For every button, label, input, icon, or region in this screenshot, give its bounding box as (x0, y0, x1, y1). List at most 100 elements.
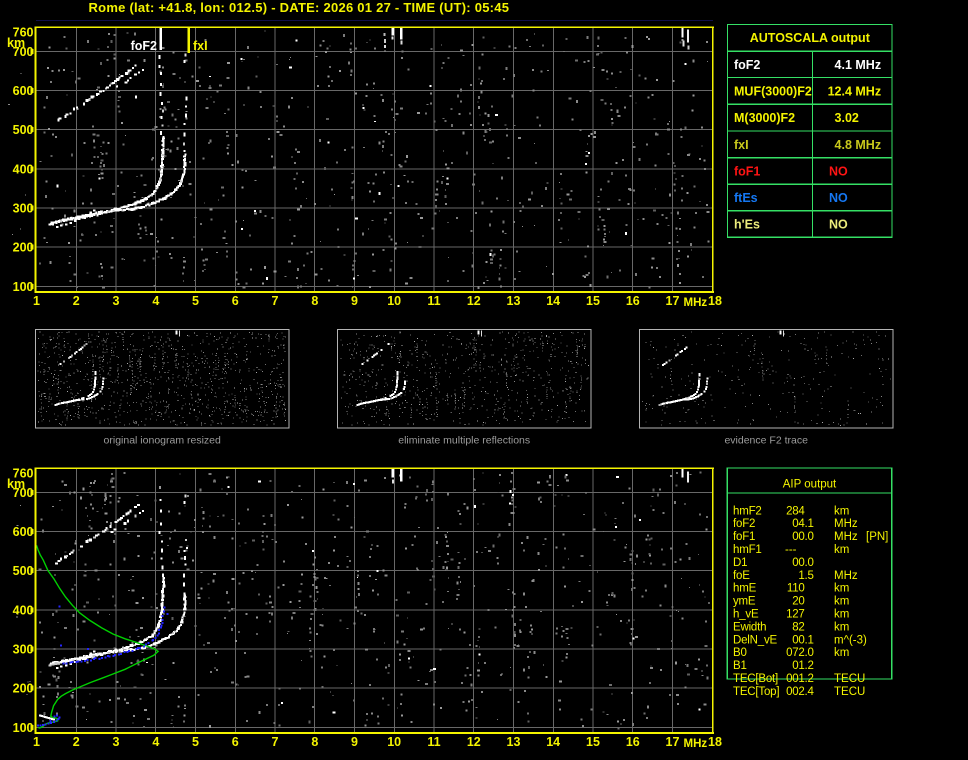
svg-text:00: 00 (792, 557, 804, 569)
svg-text:km: km (834, 621, 849, 633)
svg-text:100: 100 (13, 280, 34, 294)
svg-text:4: 4 (835, 58, 842, 72)
svg-text:km: km (834, 505, 849, 517)
svg-text:3: 3 (835, 111, 842, 125)
svg-text:10: 10 (387, 294, 401, 308)
svg-text:TEC[Top]: TEC[Top] (733, 686, 779, 698)
svg-text:foF2: foF2 (734, 58, 760, 72)
svg-text:eliminate multiple reflections: eliminate multiple reflections (398, 435, 530, 447)
svg-text:hmF1: hmF1 (733, 544, 762, 556)
svg-text:18: 18 (708, 735, 722, 749)
svg-text:km: km (834, 596, 849, 608)
svg-text:17: 17 (666, 294, 680, 308)
svg-text:hmE: hmE (733, 583, 757, 595)
svg-text:.1: .1 (805, 518, 814, 530)
svg-text:13: 13 (507, 735, 521, 749)
svg-text:.1: .1 (805, 634, 814, 646)
svg-text:14: 14 (546, 735, 560, 749)
svg-text:1: 1 (33, 294, 40, 308)
svg-text:TEC[Bot]: TEC[Bot] (733, 673, 778, 685)
svg-text:82: 82 (792, 621, 804, 633)
svg-text:B1: B1 (733, 660, 747, 672)
svg-text:.2: .2 (805, 673, 814, 685)
svg-text:04: 04 (792, 518, 805, 530)
svg-text:---: --- (785, 544, 797, 556)
svg-text:B0: B0 (733, 647, 747, 659)
svg-text:original ionogram resized: original ionogram resized (104, 435, 221, 447)
svg-text:ymE: ymE (733, 596, 756, 608)
svg-text:18: 18 (708, 294, 722, 308)
svg-text:foF2: foF2 (733, 518, 755, 530)
svg-text:MHz: MHz (834, 570, 858, 582)
svg-text:4: 4 (835, 138, 842, 152)
svg-text:[PN]: [PN] (866, 531, 888, 543)
svg-text:16: 16 (626, 294, 640, 308)
svg-text:foF1: foF1 (734, 164, 760, 178)
svg-text:M(3000)F2: M(3000)F2 (734, 111, 795, 125)
svg-text:700: 700 (13, 486, 34, 500)
svg-text:7: 7 (272, 735, 279, 749)
svg-text:12: 12 (467, 735, 481, 749)
svg-text:284: 284 (786, 505, 805, 517)
svg-text:4: 4 (152, 294, 159, 308)
svg-text:ftEs: ftEs (734, 191, 758, 205)
svg-text:D1: D1 (733, 557, 747, 569)
svg-text:9: 9 (351, 735, 358, 749)
svg-text:4: 4 (152, 735, 159, 749)
svg-text:evidence F2 trace: evidence F2 trace (724, 435, 808, 447)
svg-text:072: 072 (786, 647, 804, 659)
svg-text:400: 400 (13, 162, 34, 176)
svg-text:TECU: TECU (834, 686, 865, 698)
svg-text:NO: NO (829, 218, 848, 232)
svg-text:16: 16 (626, 735, 640, 749)
svg-text:.1 MHz: .1 MHz (842, 58, 882, 72)
svg-text:01: 01 (792, 660, 804, 672)
svg-text:20: 20 (792, 596, 804, 608)
svg-text:km: km (834, 609, 849, 621)
svg-text:foE: foE (733, 570, 750, 582)
svg-text:MHz: MHz (684, 297, 708, 309)
svg-text:15: 15 (586, 294, 600, 308)
svg-text:MHz: MHz (834, 531, 858, 543)
svg-text:.0: .0 (805, 557, 814, 569)
svg-text:fxI: fxI (193, 39, 208, 53)
svg-text:km: km (834, 583, 849, 595)
svg-text:hmF2: hmF2 (733, 505, 762, 517)
svg-text:127: 127 (786, 609, 804, 621)
svg-text:6: 6 (232, 735, 239, 749)
svg-text:Ewidth: Ewidth (733, 621, 766, 633)
svg-text:NO: NO (829, 191, 848, 205)
svg-text:.8 MHz: .8 MHz (842, 138, 882, 152)
svg-text:2: 2 (73, 735, 80, 749)
svg-text:15: 15 (586, 735, 600, 749)
svg-text:5: 5 (192, 735, 199, 749)
svg-text:8: 8 (311, 294, 318, 308)
svg-text:8: 8 (311, 735, 318, 749)
svg-text:300: 300 (13, 202, 34, 216)
svg-text:200: 200 (13, 241, 34, 255)
svg-text:12: 12 (467, 294, 481, 308)
svg-text:foF1: foF1 (733, 531, 755, 543)
svg-text:foF2: foF2 (131, 39, 157, 53)
svg-text:MUF(3000)F2: MUF(3000)F2 (734, 84, 812, 98)
svg-text:110: 110 (787, 583, 805, 595)
svg-text:1: 1 (33, 735, 40, 749)
svg-text:.02: .02 (842, 111, 859, 125)
svg-text:MHz: MHz (834, 518, 858, 530)
svg-text:7: 7 (272, 294, 279, 308)
svg-text:14: 14 (546, 294, 560, 308)
svg-text:2: 2 (73, 294, 80, 308)
svg-text:km: km (834, 544, 849, 556)
svg-text:h'Es: h'Es (734, 218, 760, 232)
svg-text:500: 500 (13, 564, 34, 578)
svg-text:AIP output: AIP output (783, 479, 837, 491)
svg-text:12: 12 (828, 84, 842, 98)
svg-text:001: 001 (786, 673, 804, 685)
svg-text:Rome (lat: +41.8, lon: 012.5): Rome (lat: +41.8, lon: 012.5) - DATE: 20… (89, 0, 510, 15)
svg-text:DelN_vE: DelN_vE (733, 634, 778, 646)
svg-text:.2: .2 (805, 660, 814, 672)
svg-text:3: 3 (113, 735, 120, 749)
svg-text:00: 00 (792, 531, 804, 543)
svg-text:.4: .4 (805, 686, 815, 698)
svg-text:.4 MHz: .4 MHz (842, 84, 882, 98)
